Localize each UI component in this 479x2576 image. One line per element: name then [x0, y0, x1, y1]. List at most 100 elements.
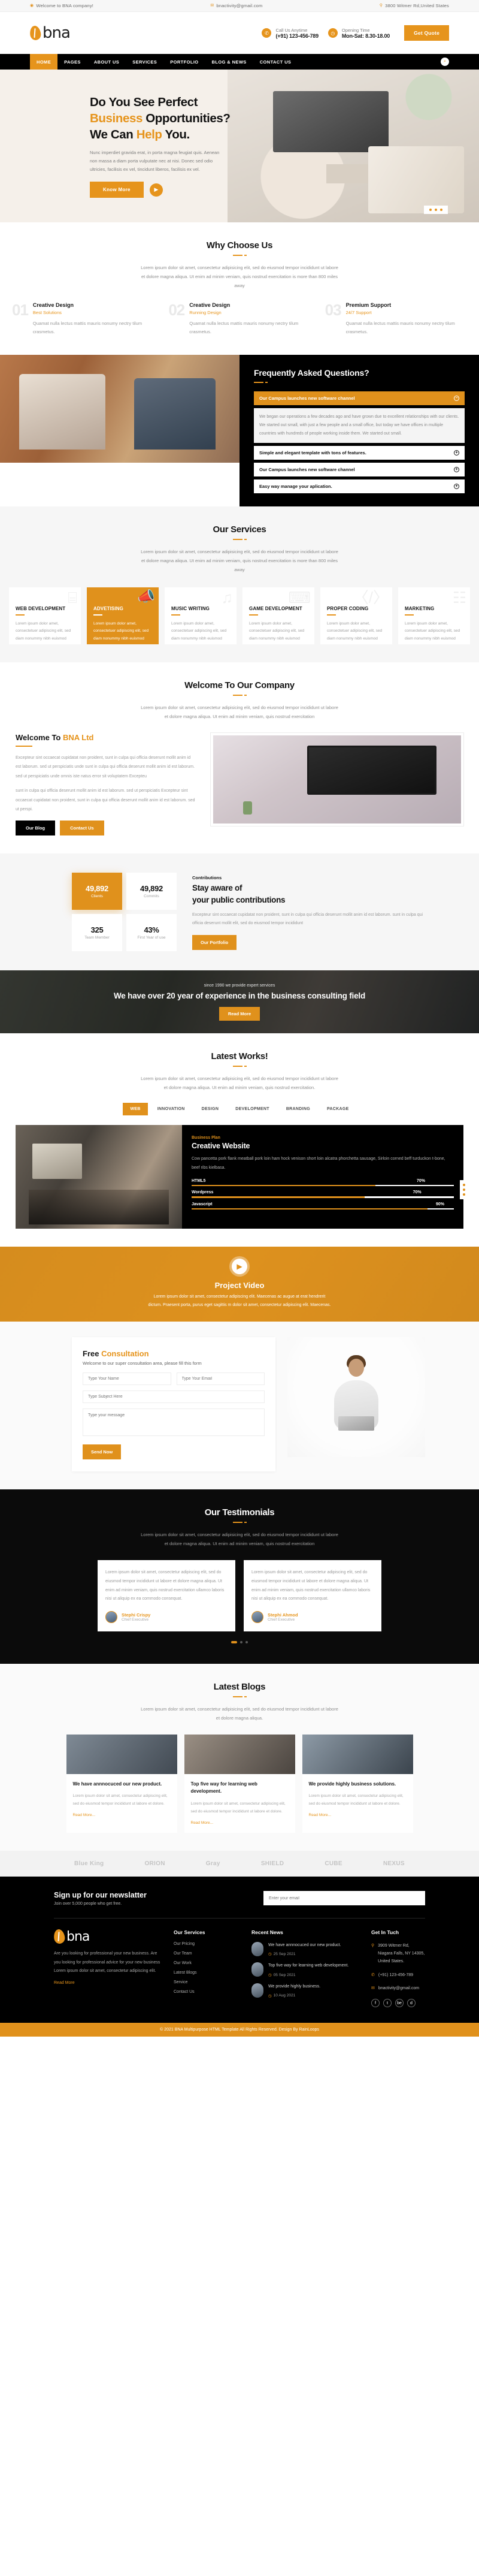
- blog-card[interactable]: Top five way for learning web developmen…: [184, 1735, 295, 1833]
- email-input[interactable]: [176, 1373, 265, 1386]
- faq-question[interactable]: Simple and elegant template with tons of…: [254, 445, 465, 460]
- our-blog-button[interactable]: Our Blog: [16, 821, 56, 836]
- nav-item-portfolio[interactable]: PORTFOLIO: [163, 54, 205, 70]
- facebook-icon[interactable]: f: [371, 1999, 380, 2008]
- work-tab-web[interactable]: WEB: [123, 1103, 148, 1116]
- search-icon[interactable]: ⌕: [441, 58, 449, 66]
- copyright-bar: © 2021 BNA Multipurpose HTML Template Al…: [0, 2023, 479, 2037]
- carousel-dot[interactable]: [429, 209, 432, 211]
- nav-item-about-us[interactable]: ABOUT US: [87, 54, 126, 70]
- footer-news-item[interactable]: Top five way for learning web developmen…: [251, 1962, 359, 1977]
- testimonial-card: Lorem ipsum dolor sit amet, consectetur …: [98, 1560, 235, 1632]
- faq-question[interactable]: Our Campus launches new software channel…: [254, 462, 465, 476]
- footer-phone-row[interactable]: ✆ (+91) 123-456-789: [371, 1971, 425, 1979]
- work-tab-branding[interactable]: BRANDING: [279, 1103, 317, 1115]
- experience-read-more-button[interactable]: Read More: [219, 1007, 260, 1021]
- footer-read-more-link[interactable]: Read More: [54, 1981, 162, 1985]
- topbar-email[interactable]: ✉ bnactivity@gmail.com: [210, 3, 262, 8]
- behance-icon[interactable]: be: [395, 1999, 404, 2008]
- carousel-dot[interactable]: [463, 1189, 465, 1192]
- logo[interactable]: bna: [29, 24, 71, 42]
- service-description: Lorem ipsum dolor amet, consectetuer adi…: [171, 621, 227, 641]
- stats-paragraph: Excepteur sint occaecat cupidatat non pr…: [192, 913, 423, 926]
- work-tab-development[interactable]: DEVELOPMENT: [228, 1103, 277, 1115]
- nav-item-pages[interactable]: PAGES: [57, 54, 87, 70]
- work-tab-package[interactable]: PACKAGE: [320, 1103, 356, 1115]
- twitter-icon[interactable]: t: [383, 1999, 392, 2008]
- play-icon[interactable]: ▶: [232, 1259, 247, 1275]
- carousel-dot[interactable]: [463, 1184, 465, 1187]
- newsletter-email-input[interactable]: [263, 1891, 425, 1906]
- footer-email-row[interactable]: ✉ bnactivity@gmail.com: [371, 1984, 425, 1992]
- brand-strip: Blue King ORION Gray SHIELD CUBE NEXUS: [0, 1850, 479, 1877]
- carousel-dot[interactable]: [240, 1641, 242, 1644]
- blog-card[interactable]: We have annnocuced our new product. Lorem…: [66, 1735, 177, 1833]
- footer-service-link[interactable]: Our Pricing: [174, 1942, 240, 1946]
- nav-item-home[interactable]: HOME: [30, 54, 58, 70]
- logo-leaf-icon: [53, 1929, 66, 1945]
- dribbble-icon[interactable]: d: [407, 1999, 416, 2008]
- nav-item-blog-news[interactable]: BLOG & NEWS: [205, 54, 253, 70]
- clock-icon: ◷: [328, 28, 338, 38]
- plus-icon[interactable]: +: [454, 466, 459, 472]
- service-card[interactable]: 📣 ADVETISING Lorem ipsum dolor amet, conse…: [87, 587, 159, 644]
- plus-icon[interactable]: +: [454, 483, 459, 489]
- service-card[interactable]: 〈/〉 PROPER CODING Lorem ipsum dolor amet, …: [320, 587, 392, 644]
- carousel-dot[interactable]: [463, 1193, 465, 1196]
- get-quote-button[interactable]: Get Quote: [404, 25, 449, 41]
- work-tab-design[interactable]: DESIGN: [195, 1103, 226, 1115]
- faq-question[interactable]: Our Campus launches new software channel…: [254, 391, 465, 405]
- footer-service-link[interactable]: Latest Blogs: [174, 1971, 240, 1975]
- stats-eyebrow: Contributions: [192, 875, 222, 881]
- service-card[interactable]: ☷ MARKETING Lorem ipsum dolor amet, consec…: [398, 587, 470, 644]
- play-icon[interactable]: ▶: [149, 183, 163, 197]
- stats-heading: Stay aware of your public contributions: [192, 882, 425, 906]
- footer-service-link[interactable]: Our Work: [174, 1961, 240, 1965]
- work-tab-innovation[interactable]: INNOVATION: [150, 1103, 192, 1115]
- footer-services-title: Our Services: [174, 1929, 205, 1935]
- service-card[interactable]: ♫ MUSIC WRITING Lorem ipsum dolor amet, co…: [165, 587, 237, 644]
- contact-us-button[interactable]: Contact Us: [60, 821, 104, 836]
- testimonial-dots[interactable]: [0, 1641, 479, 1644]
- why-title: Why Choose Us: [206, 240, 273, 251]
- footer-logo[interactable]: bna: [53, 1929, 162, 1945]
- footer-service-link[interactable]: Contact Us: [174, 1990, 240, 1994]
- carousel-dot[interactable]: [435, 209, 437, 211]
- our-portfolio-button[interactable]: Our Portfolio: [192, 935, 237, 951]
- work-carousel-dots[interactable]: [460, 1180, 468, 1200]
- carousel-dot[interactable]: [440, 209, 442, 211]
- divider: [171, 614, 180, 616]
- service-card[interactable]: ⌸ WEB DEVELOPMENT Lorem ipsum dolor amet, …: [9, 587, 81, 644]
- send-now-button[interactable]: Send Now: [83, 1444, 122, 1460]
- chart-icon: ☷: [452, 588, 466, 607]
- service-title: PROPER CODING: [327, 605, 369, 611]
- footer-service-link[interactable]: Our Team: [174, 1951, 240, 1956]
- footer-news-column: Recent News We have annnocuced our new p…: [251, 1929, 359, 2007]
- stat-label: Commits: [144, 894, 159, 899]
- blog-read-more-link[interactable]: Read More...: [191, 1821, 289, 1825]
- blog-card[interactable]: We provide highly business solutions. Lor…: [302, 1735, 413, 1833]
- blog-read-more-link[interactable]: Read More...: [309, 1813, 407, 1817]
- work-paragraph: Cow pancetta pork flank meatball pork lo…: [192, 1157, 445, 1171]
- know-more-button[interactable]: Know More: [90, 182, 144, 198]
- faq-question[interactable]: Easy way manage your aplication. +: [254, 479, 465, 493]
- footer-about-column: bna Are you looking for professional you…: [53, 1929, 162, 2007]
- skill-track: [192, 1196, 454, 1198]
- name-input[interactable]: [83, 1373, 171, 1386]
- footer-news-item[interactable]: We have annnocuced our new product. ◷ 25 S…: [251, 1941, 359, 1956]
- nav-item-contact-us[interactable]: CONTACT US: [253, 54, 298, 70]
- carousel-dot[interactable]: [245, 1641, 248, 1644]
- brand-logo: ORION: [144, 1860, 165, 1867]
- nav-item-services[interactable]: SERVICES: [126, 54, 163, 70]
- message-textarea[interactable]: [83, 1408, 265, 1437]
- service-card[interactable]: ⌨ GAME DEVELOPMENT Lorem ipsum dolor amet,…: [242, 587, 314, 644]
- hero-carousel-dots[interactable]: [424, 206, 448, 214]
- clock-icon: ◷: [268, 1993, 272, 1998]
- blog-read-more-link[interactable]: Read More...: [73, 1813, 171, 1817]
- footer-news-item[interactable]: We provide highly business. ◷ 10 Aug 2021: [251, 1983, 359, 1998]
- subject-input[interactable]: [83, 1390, 265, 1404]
- carousel-dot[interactable]: [231, 1641, 237, 1644]
- minus-icon[interactable]: −: [454, 395, 459, 401]
- footer-service-link[interactable]: Service: [174, 1980, 240, 1984]
- plus-icon[interactable]: +: [454, 450, 459, 456]
